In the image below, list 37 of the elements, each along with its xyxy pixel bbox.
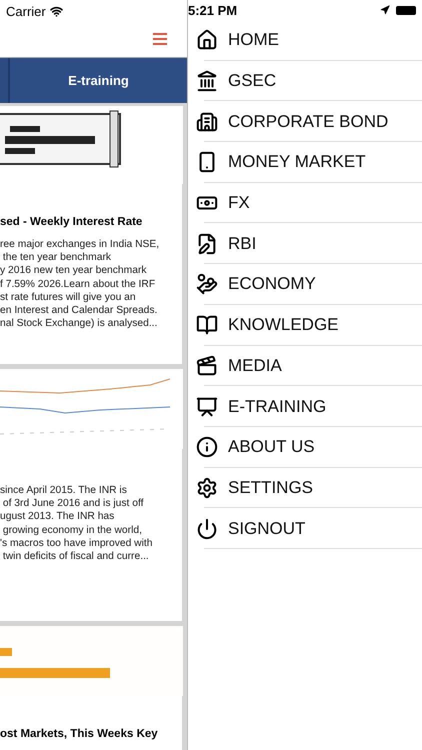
bank-icon <box>196 70 218 92</box>
menu-item[interactable]: GSEC <box>228 71 276 92</box>
menu-item[interactable]: KNOWLEDGE <box>228 315 339 336</box>
time-label: 5:21 PM <box>188 2 238 18</box>
battery-icon <box>396 6 416 14</box>
menu-item[interactable]: SIGNOUT <box>228 518 306 539</box>
article-title: ost Markets, This Weeks Key <box>0 728 159 740</box>
menu-item[interactable]: ECONOMY <box>228 274 316 294</box>
article-card[interactable] <box>0 106 182 364</box>
menu-item[interactable]: SETTINGS <box>228 478 314 498</box>
menu-item[interactable]: MONEY MARKET <box>228 152 366 172</box>
menu-icon[interactable] <box>153 33 167 46</box>
menu-item[interactable]: E-TRAINING <box>228 396 326 417</box>
article-card[interactable]: ost Markets, This Weeks Key <box>0 626 182 750</box>
film-icon <box>196 354 218 377</box>
menu-item[interactable]: HOME <box>228 30 279 50</box>
menu-item[interactable]: CORPORATE BOND <box>228 112 388 132</box>
settings-icon <box>196 476 218 499</box>
menu-item[interactable]: ABOUT US <box>228 437 315 458</box>
article-summary: since April 2015. The INR is of 3rd June 2016 and is just off ugust 2013. The INR has growing economy in the world, 's macros too have improved with twin deficits of fiscal and curre... <box>0 484 154 564</box>
article-card[interactable]: since April 2015. The INR is of 3rd June 2016 and is just off ugust 2013. The INR has growing economy in the world, 's macros too have improved with twin deficits of fiscal and curre... <box>0 369 182 621</box>
wifi-icon <box>50 4 63 18</box>
menu-item[interactable]: RBI <box>228 234 256 254</box>
info-icon <box>196 436 218 458</box>
carrier-label: Carrier <box>6 4 46 18</box>
menu-item[interactable]: FX <box>228 193 250 214</box>
document-icon <box>196 232 218 255</box>
hand-coins-icon <box>196 273 218 296</box>
article-title: sed - Weekly Interest Rate <box>0 216 144 228</box>
book-icon <box>196 314 218 336</box>
power-icon <box>196 518 218 540</box>
home-icon <box>196 29 218 52</box>
menu-item[interactable]: MEDIA <box>228 356 282 376</box>
location-icon <box>380 5 390 15</box>
building-icon <box>196 110 218 133</box>
presentation-icon <box>196 396 218 418</box>
article-summary: ree major exchanges in India NSE, the ten year benchmark y 2016 new ten year benchmark f 7.59% 2026.Learn about the IRF st rate futures will give you an en Interest and Calendar Spreads. nal Stock Exchange) is analysed... <box>0 238 160 330</box>
